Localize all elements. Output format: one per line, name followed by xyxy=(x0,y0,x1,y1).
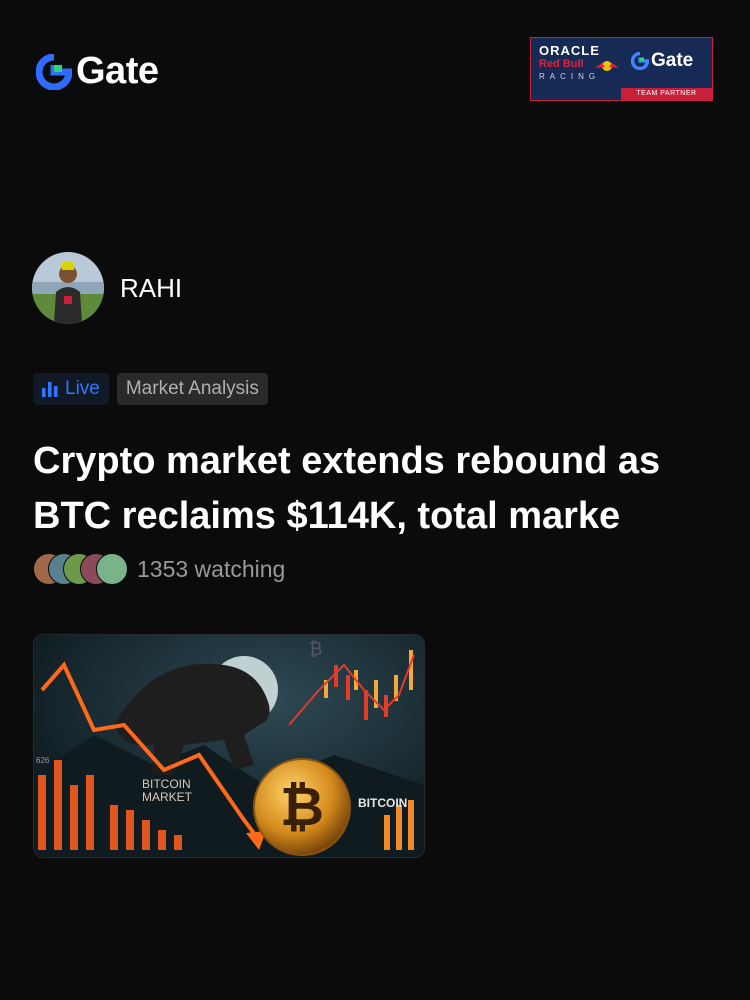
gate-logo[interactable]: Gate xyxy=(36,50,159,93)
live-bars-icon xyxy=(42,382,58,397)
brand-name: Gate xyxy=(76,50,159,92)
post-tags: Live Market Analysis xyxy=(33,373,268,405)
watching-row: 1353 watching xyxy=(33,553,285,585)
bitcoin-label: BITCOIN xyxy=(358,796,407,810)
watching-count: 1353 watching xyxy=(137,555,286,582)
author-row[interactable]: RAHI xyxy=(32,252,182,324)
bitcoin-bear-illustration: ₿ ₿ BITCOIN MARKET BITCOIN 626 xyxy=(34,635,424,857)
bitcoin-market-label: BITCOIN xyxy=(142,777,191,791)
gate-logo-icon xyxy=(36,53,72,90)
market-label: MARKET xyxy=(142,790,193,804)
post-cover-image[interactable]: ₿ ₿ BITCOIN MARKET BITCOIN 626 xyxy=(33,634,425,858)
watcher-avatar xyxy=(96,553,128,585)
live-badge[interactable]: Live xyxy=(33,373,109,405)
author-name[interactable]: RAHI xyxy=(120,273,182,304)
red-bull-icon xyxy=(595,61,619,71)
partner-gate-logo: Gate xyxy=(631,50,693,72)
oracle-text: ORACLE xyxy=(539,43,600,58)
live-label: Live xyxy=(65,378,100,399)
author-photo-icon xyxy=(32,252,104,324)
svg-text:₿: ₿ xyxy=(280,775,324,838)
svg-text:₿: ₿ xyxy=(309,639,322,660)
oracle-redbull-racing-logo: ORACLE Red Bull RACING xyxy=(539,43,619,88)
watcher-avatars xyxy=(33,553,128,585)
gate-small-icon xyxy=(631,52,649,70)
author-avatar[interactable] xyxy=(32,252,104,324)
post-title[interactable]: Crypto market extends rebound as BTC rec… xyxy=(33,434,723,544)
axis-tick-label: 626 xyxy=(36,756,50,765)
category-tag[interactable]: Market Analysis xyxy=(116,373,268,405)
team-partner-badge[interactable]: ORACLE Red Bull RACING Gate TEAM PARTNER xyxy=(530,37,713,101)
team-partner-caption: TEAM PARTNER xyxy=(621,88,712,100)
partner-gate-text: Gate xyxy=(651,50,694,71)
